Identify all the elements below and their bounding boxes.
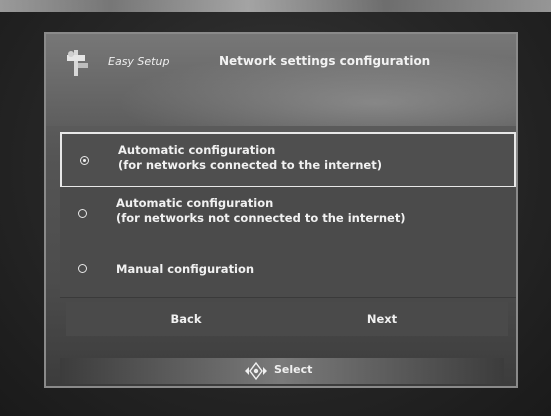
- option-subtitle: (for networks connected to the internet): [118, 158, 382, 172]
- footer-hint-text: Select: [274, 363, 313, 376]
- option-title: Automatic configuration: [118, 143, 276, 157]
- dpad-icon: [245, 361, 267, 381]
- option-auto-connected[interactable]: Automatic configuration (for networks co…: [60, 132, 516, 188]
- option-subtitle: (for networks not connected to the inter…: [116, 211, 406, 225]
- footer-hint-bar: Select: [60, 358, 504, 384]
- option-title: Automatic configuration: [116, 196, 274, 210]
- option-label: Automatic configuration (for networks co…: [118, 143, 382, 173]
- radio-selected-icon: [80, 156, 89, 165]
- tv-screen: Easy Setup Network settings configuratio…: [0, 0, 551, 416]
- network-setup-icon: [67, 50, 88, 76]
- page-title: Network settings configuration: [219, 54, 431, 68]
- app-name: Easy Setup: [108, 55, 170, 68]
- option-label: Manual configuration: [116, 262, 254, 277]
- setup-dialog: Easy Setup Network settings configuratio…: [44, 32, 518, 388]
- dialog-header: Easy Setup Network settings configuratio…: [46, 34, 516, 126]
- radio-unselected-icon: [78, 209, 87, 218]
- next-button[interactable]: Next: [332, 302, 432, 336]
- option-auto-not-connected[interactable]: Automatic configuration (for networks no…: [60, 187, 516, 243]
- option-label: Automatic configuration (for networks no…: [116, 196, 406, 226]
- back-button[interactable]: Back: [136, 302, 236, 336]
- radio-unselected-icon: [78, 264, 87, 273]
- top-bezel-strip: [0, 0, 551, 12]
- option-title: Manual configuration: [116, 262, 255, 276]
- button-row: Back Next: [66, 302, 508, 336]
- option-manual[interactable]: Manual configuration: [60, 242, 516, 298]
